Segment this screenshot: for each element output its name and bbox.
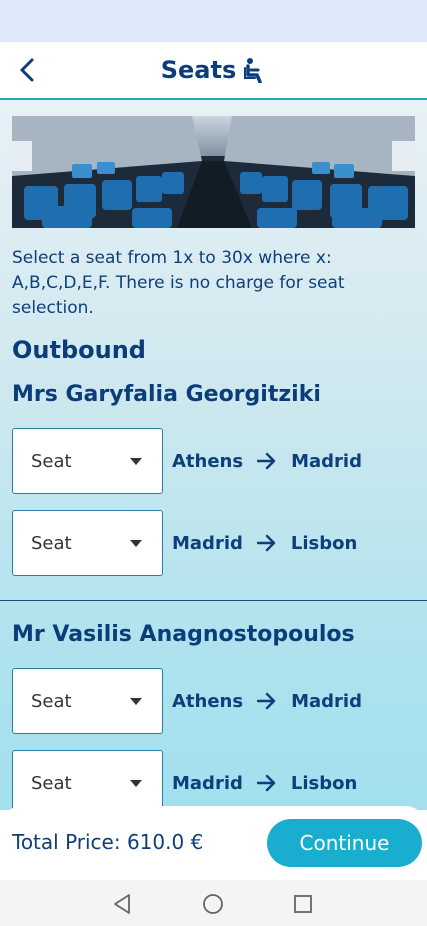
nav-home-button[interactable] — [201, 892, 225, 916]
route-destination: Madrid — [291, 690, 362, 712]
page-title: Seats — [160, 56, 237, 84]
flight-route: Madrid Lisbon — [172, 750, 357, 810]
seat-select-placeholder: Seat — [31, 691, 72, 712]
seat-icon — [244, 58, 262, 83]
seat-select-placeholder: Seat — [31, 533, 72, 554]
seat-select[interactable]: Seat — [12, 428, 163, 494]
dropdown-caret-icon — [130, 458, 142, 465]
square-recents-icon — [294, 895, 312, 913]
route-origin: Madrid — [172, 532, 243, 554]
arrow-right-icon — [257, 692, 277, 710]
arrow-right-icon — [256, 534, 277, 552]
route-origin: Madrid — [172, 772, 243, 794]
passenger-name: Mr Vasilis Anagnostopoulos — [12, 622, 355, 647]
triangle-back-icon — [114, 894, 130, 914]
nav-recents-button[interactable] — [291, 892, 315, 916]
checkout-bar: Total Price: 610.0 € Continue — [0, 806, 427, 880]
route-destination: Madrid — [291, 450, 362, 472]
passenger-divider — [0, 600, 427, 601]
seat-info-text: Select a seat from 1x to 30x where x: A,… — [12, 248, 345, 318]
circle-home-icon — [203, 894, 223, 914]
seat-select[interactable]: Seat — [12, 668, 163, 734]
arrow-right-icon — [256, 774, 277, 792]
back-button[interactable] — [10, 50, 46, 90]
continue-button[interactable]: Continue — [267, 819, 422, 867]
seat-select-placeholder: Seat — [31, 451, 72, 472]
dropdown-caret-icon — [130, 698, 142, 705]
app-header: Seats — [0, 42, 427, 100]
passenger-name: Mrs Garyfalia Georgitziki — [12, 382, 321, 407]
total-price: Total Price: 610.0 € — [12, 830, 204, 854]
seat-select-placeholder: Seat — [31, 773, 72, 794]
route-destination: Lisbon — [290, 532, 358, 554]
seat-select[interactable]: Seat — [12, 510, 163, 576]
dropdown-caret-icon — [130, 780, 142, 787]
status-bar — [0, 0, 427, 42]
nav-back-button[interactable] — [110, 892, 134, 916]
system-nav-bar — [0, 880, 427, 926]
route-origin: Athens — [172, 450, 244, 472]
flight-route: Madrid Lisbon — [172, 510, 357, 576]
dropdown-caret-icon — [130, 540, 142, 547]
seat-selection-content: Select a seat from 1x to 30x where x: A,… — [0, 100, 427, 810]
flight-route: Athens Madrid — [172, 428, 362, 494]
route-destination: Lisbon — [290, 772, 358, 794]
flight-route: Athens Madrid — [172, 668, 362, 734]
route-origin: Athens — [172, 690, 244, 712]
section-title-outbound: Outbound — [12, 336, 146, 364]
arrow-right-icon — [257, 452, 277, 470]
seat-select[interactable]: Seat — [12, 750, 163, 810]
chevron-left-icon — [20, 58, 34, 82]
cabin-image — [12, 116, 415, 228]
